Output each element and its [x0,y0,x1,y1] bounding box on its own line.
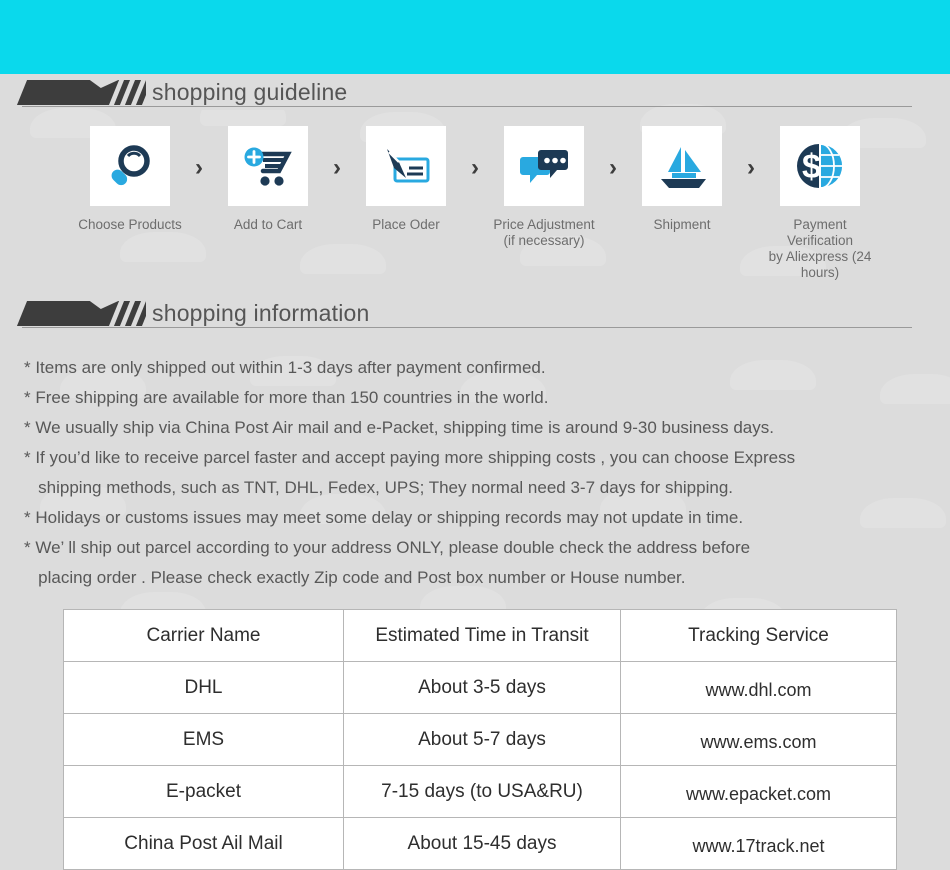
cell-carrier: E-packet [63,765,344,818]
info-line: shipping methods, such as TNT, DHL, Fede… [24,478,734,497]
step-icon-box [642,126,722,206]
step-icon-box [90,126,170,206]
cell-carrier: China Post Ail Mail [63,817,344,870]
info-line: * Free shipping are available for more t… [24,388,549,407]
shipping-info-page: shopping guideline Choose Products › Add… [0,0,950,870]
step-chevron-4: › [609,154,617,181]
header-underline [22,106,912,107]
info-line: * We usually ship via China Post Air mai… [24,418,774,437]
table-row: EMS About 5-7 days www.ems.com [63,713,897,766]
step-chevron-3: › [471,154,479,181]
step-label: Payment Verification by Aliexpress (24 h… [768,217,872,280]
header-slab-shape [16,301,120,326]
table-row: DHL About 3-5 days www.dhl.com [63,661,897,714]
cell-transit: 7-15 days (to USA&RU) [343,765,621,818]
step-label: Choose Products [78,217,182,232]
header-underline [22,327,912,328]
svg-text:$: $ [802,148,821,186]
section-title-information: shopping information [146,295,376,331]
step-chevron-1: › [195,154,203,181]
info-line: placing order . Please check exactly Zip… [24,568,686,587]
cell-tracking: www.dhl.com [620,661,897,714]
table-header-tracking: Tracking Service [620,609,897,662]
section-header-guideline: shopping guideline [16,74,912,116]
step-icon-box: $ [780,126,860,206]
step-place-order[interactable]: Place Oder [350,126,462,233]
tracking-url[interactable]: www.dhl.com [705,680,811,701]
carrier-table-wrap: Carrier Name Estimated Time in Transit T… [63,609,897,870]
shopping-steps: Choose Products › Add to Cart › Place Od… [0,126,950,281]
step-add-to-cart[interactable]: Add to Cart [212,126,324,233]
step-label: Place Oder [372,217,440,232]
table-row: E-packet 7-15 days (to USA&RU) www.epack… [63,765,897,818]
cell-carrier: EMS [63,713,344,766]
info-line: * We’ ll ship out parcel according to yo… [24,538,751,557]
step-payment-verification[interactable]: $ Payment Verification by Aliexpress (24… [764,126,876,281]
header-decoration [16,80,153,105]
pen-check-icon [387,149,430,183]
chat-bubbles-icon [520,150,568,183]
section-header-information: shopping information [16,295,912,337]
step-shipment[interactable]: Shipment [626,126,738,233]
step-label: Shipment [653,217,711,232]
step-chevron-5: › [747,154,755,181]
sailboat-icon [661,147,706,188]
step-label: Add to Cart [233,217,303,232]
step-price-adjustment[interactable]: Price Adjustment (if necessary) [488,126,600,249]
cell-carrier: DHL [63,661,344,714]
cell-tracking: www.epacket.com [620,765,897,818]
step-label: Price Adjustment (if necessary) [493,217,595,248]
step-chevron-2: › [333,154,341,181]
tracking-url[interactable]: www.epacket.com [686,784,831,805]
header-slab-shape [16,80,120,105]
tracking-url[interactable]: www.17track.net [692,836,824,857]
cell-transit: About 15-45 days [343,817,621,870]
info-line: * Holidays or customs issues may meet so… [24,508,744,527]
cell-transit: About 3-5 days [343,661,621,714]
header-decoration [16,301,153,326]
info-line: * If you’d like to receive parcel faster… [24,448,796,467]
shipping-info-list: * Items are only shipped out within 1-3 … [24,353,926,593]
shopping-cart-plus-icon [244,147,292,186]
cell-tracking: www.17track.net [620,817,897,870]
table-row: China Post Ail Mail About 15-45 days www… [63,817,897,870]
table-header-row: Carrier Name Estimated Time in Transit T… [63,609,897,662]
tracking-url[interactable]: www.ems.com [700,732,816,753]
step-icon-box [504,126,584,206]
step-icon-box [228,126,308,206]
info-line: * Items are only shipped out within 1-3 … [24,358,546,377]
table-header-carrier: Carrier Name [63,609,344,662]
dollar-globe-icon: $ [797,143,844,189]
section-title-guideline: shopping guideline [146,74,354,110]
top-cyan-banner [0,0,950,74]
step-icon-box [366,126,446,206]
cell-tracking: www.ems.com [620,713,897,766]
table-header-transit: Estimated Time in Transit [343,609,621,662]
magnifier-icon [111,145,150,186]
carrier-table: Carrier Name Estimated Time in Transit T… [63,609,897,870]
cell-transit: About 5-7 days [343,713,621,766]
step-choose-products[interactable]: Choose Products [74,126,186,233]
